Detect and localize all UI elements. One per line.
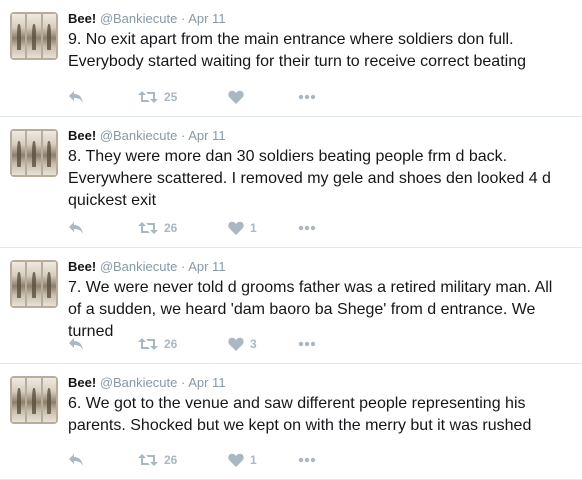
- retweet-icon: [138, 221, 158, 235]
- reply-icon: [68, 453, 84, 467]
- reply-icon: [68, 221, 84, 235]
- author-handle[interactable]: @Bankiecute: [100, 128, 178, 143]
- separator: ·: [180, 11, 186, 26]
- like-count: 1: [250, 453, 257, 467]
- more-icon: [298, 457, 316, 463]
- more-button[interactable]: [298, 451, 338, 469]
- retweet-count: 25: [164, 90, 178, 104]
- author-handle[interactable]: @Bankiecute: [100, 259, 178, 274]
- tweet-text: 8. They were more dan 30 soldiers beatin…: [68, 148, 551, 209]
- reply-button[interactable]: [68, 335, 138, 353]
- more-button[interactable]: [298, 219, 338, 237]
- tweet[interactable]: Bee! @Bankiecute · Apr 11 9. No exit apa…: [0, 0, 582, 117]
- retweet-count: 26: [164, 453, 178, 467]
- like-count: 1: [250, 221, 257, 235]
- reply-icon: [68, 337, 84, 351]
- tweet-text: 9. No exit apart from the main entrance …: [68, 31, 526, 70]
- reply-icon: [68, 90, 84, 104]
- reply-button[interactable]: [68, 219, 138, 237]
- tweet-header: Bee! @Bankiecute · Apr 11: [68, 10, 572, 28]
- tweet-actions: 26 3: [68, 335, 338, 353]
- author-name[interactable]: Bee!: [68, 375, 96, 390]
- timestamp[interactable]: Apr 11: [188, 128, 225, 143]
- reply-button[interactable]: [68, 451, 138, 469]
- tweet[interactable]: Bee! @Bankiecute · Apr 11 7. We were nev…: [0, 248, 582, 364]
- tweet[interactable]: Bee! @Bankiecute · Apr 11 8. They were m…: [0, 117, 582, 248]
- more-button[interactable]: [298, 88, 338, 106]
- heart-icon: [228, 90, 244, 104]
- tweet-header: Bee! @Bankiecute · Apr 11: [68, 127, 572, 145]
- author-handle[interactable]: @Bankiecute: [100, 375, 178, 390]
- retweet-count: 26: [164, 221, 178, 235]
- retweet-icon: [138, 337, 158, 351]
- avatar[interactable]: [10, 129, 58, 177]
- more-icon: [298, 341, 316, 347]
- retweet-button[interactable]: 26: [138, 219, 228, 237]
- retweet-count: 26: [164, 337, 178, 351]
- more-button[interactable]: [298, 335, 338, 353]
- heart-icon: [228, 453, 244, 467]
- avatar[interactable]: [10, 260, 58, 308]
- author-name[interactable]: Bee!: [68, 11, 96, 26]
- retweet-icon: [138, 90, 158, 104]
- tweet-text: 7. We were never told d grooms father wa…: [68, 279, 553, 340]
- timestamp[interactable]: Apr 11: [188, 11, 225, 26]
- avatar[interactable]: [10, 12, 58, 60]
- more-icon: [298, 94, 316, 100]
- separator: ·: [180, 375, 186, 390]
- more-icon: [298, 225, 316, 231]
- heart-icon: [228, 337, 244, 351]
- retweet-button[interactable]: 25: [138, 88, 228, 106]
- like-button[interactable]: 1: [228, 451, 298, 469]
- tweet-actions: 26 1: [68, 451, 338, 469]
- tweet[interactable]: Bee! @Bankiecute · Apr 11 6. We got to t…: [0, 364, 582, 480]
- reply-button[interactable]: [68, 88, 138, 106]
- tweet-actions: 25: [68, 88, 338, 106]
- tweet-header: Bee! @Bankiecute · Apr 11: [68, 374, 572, 392]
- tweet-actions: 26 1: [68, 219, 338, 237]
- avatar[interactable]: [10, 376, 58, 424]
- retweet-icon: [138, 453, 158, 467]
- author-name[interactable]: Bee!: [68, 128, 96, 143]
- separator: ·: [180, 259, 186, 274]
- author-handle[interactable]: @Bankiecute: [100, 11, 178, 26]
- heart-icon: [228, 221, 244, 235]
- retweet-button[interactable]: 26: [138, 451, 228, 469]
- like-count: 3: [250, 337, 257, 351]
- separator: ·: [180, 128, 186, 143]
- like-button[interactable]: 1: [228, 219, 298, 237]
- like-button[interactable]: 3: [228, 335, 298, 353]
- tweet-text: 6. We got to the venue and saw different…: [68, 395, 532, 434]
- author-name[interactable]: Bee!: [68, 259, 96, 274]
- tweet-timeline: Bee! @Bankiecute · Apr 11 9. No exit apa…: [0, 0, 582, 480]
- tweet-header: Bee! @Bankiecute · Apr 11: [68, 258, 572, 276]
- like-button[interactable]: [228, 88, 298, 106]
- retweet-button[interactable]: 26: [138, 335, 228, 353]
- timestamp[interactable]: Apr 11: [188, 375, 225, 390]
- timestamp[interactable]: Apr 11: [188, 259, 225, 274]
